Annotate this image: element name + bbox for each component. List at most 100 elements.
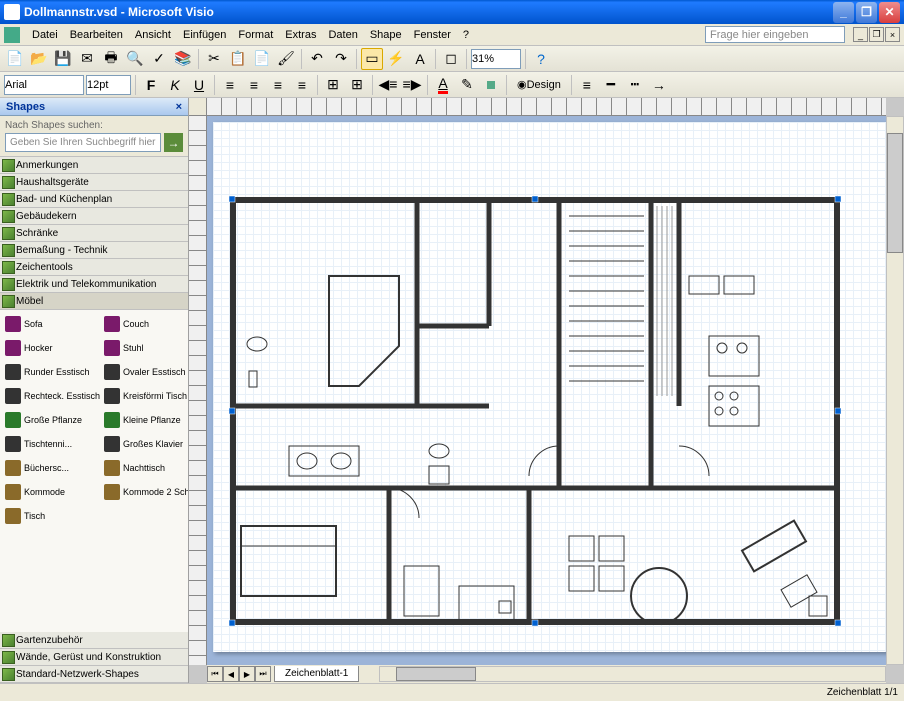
drawing-canvas[interactable] — [213, 122, 886, 652]
zoom-select[interactable] — [471, 49, 521, 69]
save-button[interactable]: 💾 — [52, 48, 74, 70]
mail-button[interactable]: ✉ — [76, 48, 98, 70]
shape-item[interactable]: Große Pflanze — [4, 410, 101, 430]
stencil-bar[interactable]: Zeichentools — [0, 259, 188, 276]
shape-item[interactable]: Großes Klavier — [103, 434, 188, 454]
tab-next-button[interactable]: ▶ — [239, 666, 255, 682]
preview-button[interactable]: 🔍 — [124, 48, 146, 70]
line-pattern-button[interactable]: ┅ — [624, 74, 646, 96]
stencil-bar[interactable]: Wände, Gerüst und Konstruktion — [0, 649, 188, 666]
align-center-button[interactable]: ≡ — [243, 74, 265, 96]
shapes-panel-close[interactable]: × — [176, 101, 182, 113]
design-button[interactable]: ◉ Design — [511, 74, 567, 96]
connector-tool[interactable]: ⚡ — [385, 48, 407, 70]
help-button[interactable]: ? — [530, 48, 552, 70]
fill-color-button[interactable] — [480, 74, 502, 96]
open-button[interactable]: 📂 — [28, 48, 50, 70]
shape-item[interactable]: Tischtenni... — [4, 434, 101, 454]
distribute-h-button[interactable]: ⊞ — [322, 74, 344, 96]
paste-button[interactable]: 📄 — [251, 48, 273, 70]
menu-help[interactable]: ? — [457, 27, 475, 43]
font-select[interactable] — [4, 75, 84, 95]
close-button[interactable]: ✕ — [879, 2, 900, 23]
align-right-button[interactable]: ≡ — [267, 74, 289, 96]
mdi-close-button[interactable]: × — [885, 27, 900, 42]
vertical-ruler[interactable] — [189, 116, 207, 665]
italic-button[interactable]: K — [164, 74, 186, 96]
shape-item[interactable]: Couch — [103, 314, 188, 334]
mdi-minimize-button[interactable]: _ — [853, 27, 868, 42]
pointer-tool[interactable]: ▭ — [361, 48, 383, 70]
shape-item[interactable]: Nachttisch — [103, 458, 188, 478]
stencil-bar[interactable]: Elektrik und Telekommunikation — [0, 276, 188, 293]
floorplan-drawing[interactable] — [229, 196, 841, 626]
cut-button[interactable]: ✂ — [203, 48, 225, 70]
stencil-bar[interactable]: Gartenzubehör — [0, 632, 188, 649]
vertical-scrollbar[interactable] — [886, 116, 904, 665]
shape-item[interactable]: Tisch — [4, 506, 101, 526]
line-weight-button[interactable]: ━ — [600, 74, 622, 96]
menu-daten[interactable]: Daten — [322, 27, 363, 43]
undo-button[interactable]: ↶ — [306, 48, 328, 70]
tab-prev-button[interactable]: ◀ — [223, 666, 239, 682]
menu-einfuegen[interactable]: Einfügen — [177, 27, 232, 43]
page-tab[interactable]: Zeichenblatt-1 — [274, 666, 359, 682]
shape-item[interactable]: Sofa — [4, 314, 101, 334]
shape-item[interactable]: Kommode 2 Schubl. — [103, 482, 188, 502]
shapes-tool[interactable]: ◻ — [440, 48, 462, 70]
print-button[interactable]: 🖶 — [100, 48, 122, 70]
stencil-bar[interactable]: Schränke — [0, 225, 188, 242]
copy-button[interactable]: 📋 — [227, 48, 249, 70]
menu-fenster[interactable]: Fenster — [408, 27, 457, 43]
new-button[interactable]: 📄 — [4, 48, 26, 70]
bold-button[interactable]: F — [140, 74, 162, 96]
stencil-bar[interactable]: Möbel — [0, 293, 188, 310]
menu-shape[interactable]: Shape — [364, 27, 408, 43]
shapes-search-input[interactable] — [5, 133, 161, 152]
minimize-button[interactable]: _ — [833, 2, 854, 23]
tab-first-button[interactable]: ⏮ — [207, 666, 223, 682]
format-painter-button[interactable]: 🖌 — [275, 48, 297, 70]
menu-extras[interactable]: Extras — [279, 27, 322, 43]
stencil-bar[interactable]: Gebäudekern — [0, 208, 188, 225]
horizontal-ruler[interactable] — [207, 98, 886, 116]
align-left-button[interactable]: ≡ — [219, 74, 241, 96]
underline-button[interactable]: U — [188, 74, 210, 96]
align-justify-button[interactable]: ≡ — [291, 74, 313, 96]
font-size-select[interactable] — [86, 75, 131, 95]
font-color-button[interactable]: A — [432, 74, 454, 96]
shape-item[interactable]: Runder Esstisch — [4, 362, 101, 382]
menu-datei[interactable]: Datei — [26, 27, 64, 43]
shape-item[interactable]: Büchersc... — [4, 458, 101, 478]
mdi-restore-button[interactable]: ❐ — [869, 27, 884, 42]
menu-format[interactable]: Format — [232, 27, 279, 43]
research-button[interactable]: 📚 — [172, 48, 194, 70]
line-color-button[interactable]: ✎ — [456, 74, 478, 96]
shape-item[interactable]: Kleine Pflanze — [103, 410, 188, 430]
stencil-bar[interactable]: Anmerkungen — [0, 157, 188, 174]
increase-indent-button[interactable]: ≡▶ — [401, 74, 423, 96]
stencil-bar[interactable]: Haushaltsgeräte — [0, 174, 188, 191]
stencil-bar[interactable]: Bad- und Küchenplan — [0, 191, 188, 208]
menu-bearbeiten[interactable]: Bearbeiten — [64, 27, 129, 43]
stencil-bar[interactable]: Bemaßung - Technik — [0, 242, 188, 259]
tab-last-button[interactable]: ⏭ — [255, 666, 271, 682]
menu-ansicht[interactable]: Ansicht — [129, 27, 177, 43]
maximize-button[interactable]: ❐ — [856, 2, 877, 23]
shape-item[interactable]: Kreisförmi Tisch — [103, 386, 188, 406]
shape-item[interactable]: Rechteck. Esstisch — [4, 386, 101, 406]
text-tool[interactable]: A — [409, 48, 431, 70]
redo-button[interactable]: ↷ — [330, 48, 352, 70]
distribute-v-button[interactable]: ⊞ — [346, 74, 368, 96]
search-go-button[interactable]: → — [164, 133, 183, 152]
stencil-bar[interactable]: Standard-Netzwerk-Shapes — [0, 666, 188, 683]
canvas-viewport[interactable] — [207, 116, 886, 665]
shape-item[interactable]: Kommode — [4, 482, 101, 502]
shape-item[interactable]: Ovaler Esstisch — [103, 362, 188, 382]
shape-item[interactable]: Hocker — [4, 338, 101, 358]
horizontal-scrollbar[interactable] — [379, 666, 886, 682]
decrease-indent-button[interactable]: ◀≡ — [377, 74, 399, 96]
line-style-button[interactable]: ≡ — [576, 74, 598, 96]
spell-button[interactable]: ✓ — [148, 48, 170, 70]
arrow-style-button[interactable]: → — [648, 74, 670, 96]
